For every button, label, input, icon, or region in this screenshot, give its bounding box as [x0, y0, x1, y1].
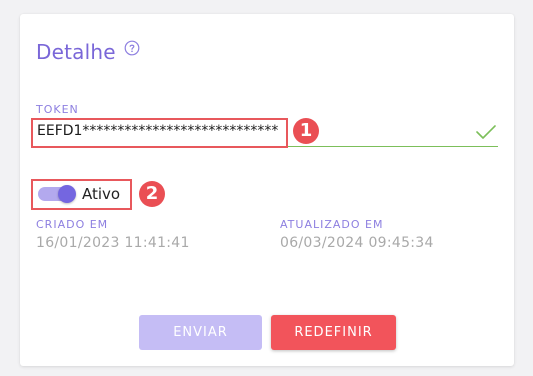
active-toggle-label: Ativo	[82, 185, 121, 203]
token-input[interactable]	[37, 121, 282, 141]
card-title: Detalhe	[36, 40, 116, 64]
help-icon[interactable]	[124, 40, 140, 56]
token-label: TOKEN	[36, 103, 79, 116]
active-toggle-knob[interactable]	[58, 185, 76, 203]
created-label: CRIADO EM	[36, 218, 109, 231]
updated-label: ATUALIZADO EM	[280, 218, 384, 231]
annotation-marker-1: 1	[293, 118, 319, 144]
reset-button[interactable]: REDEFINIR	[271, 315, 396, 350]
annotation-marker-2: 2	[139, 181, 165, 207]
check-icon	[476, 125, 496, 139]
send-button[interactable]: ENVIAR	[139, 315, 262, 350]
updated-value: 06/03/2024 09:45:34	[280, 235, 434, 251]
created-value: 16/01/2023 11:41:41	[36, 235, 190, 251]
